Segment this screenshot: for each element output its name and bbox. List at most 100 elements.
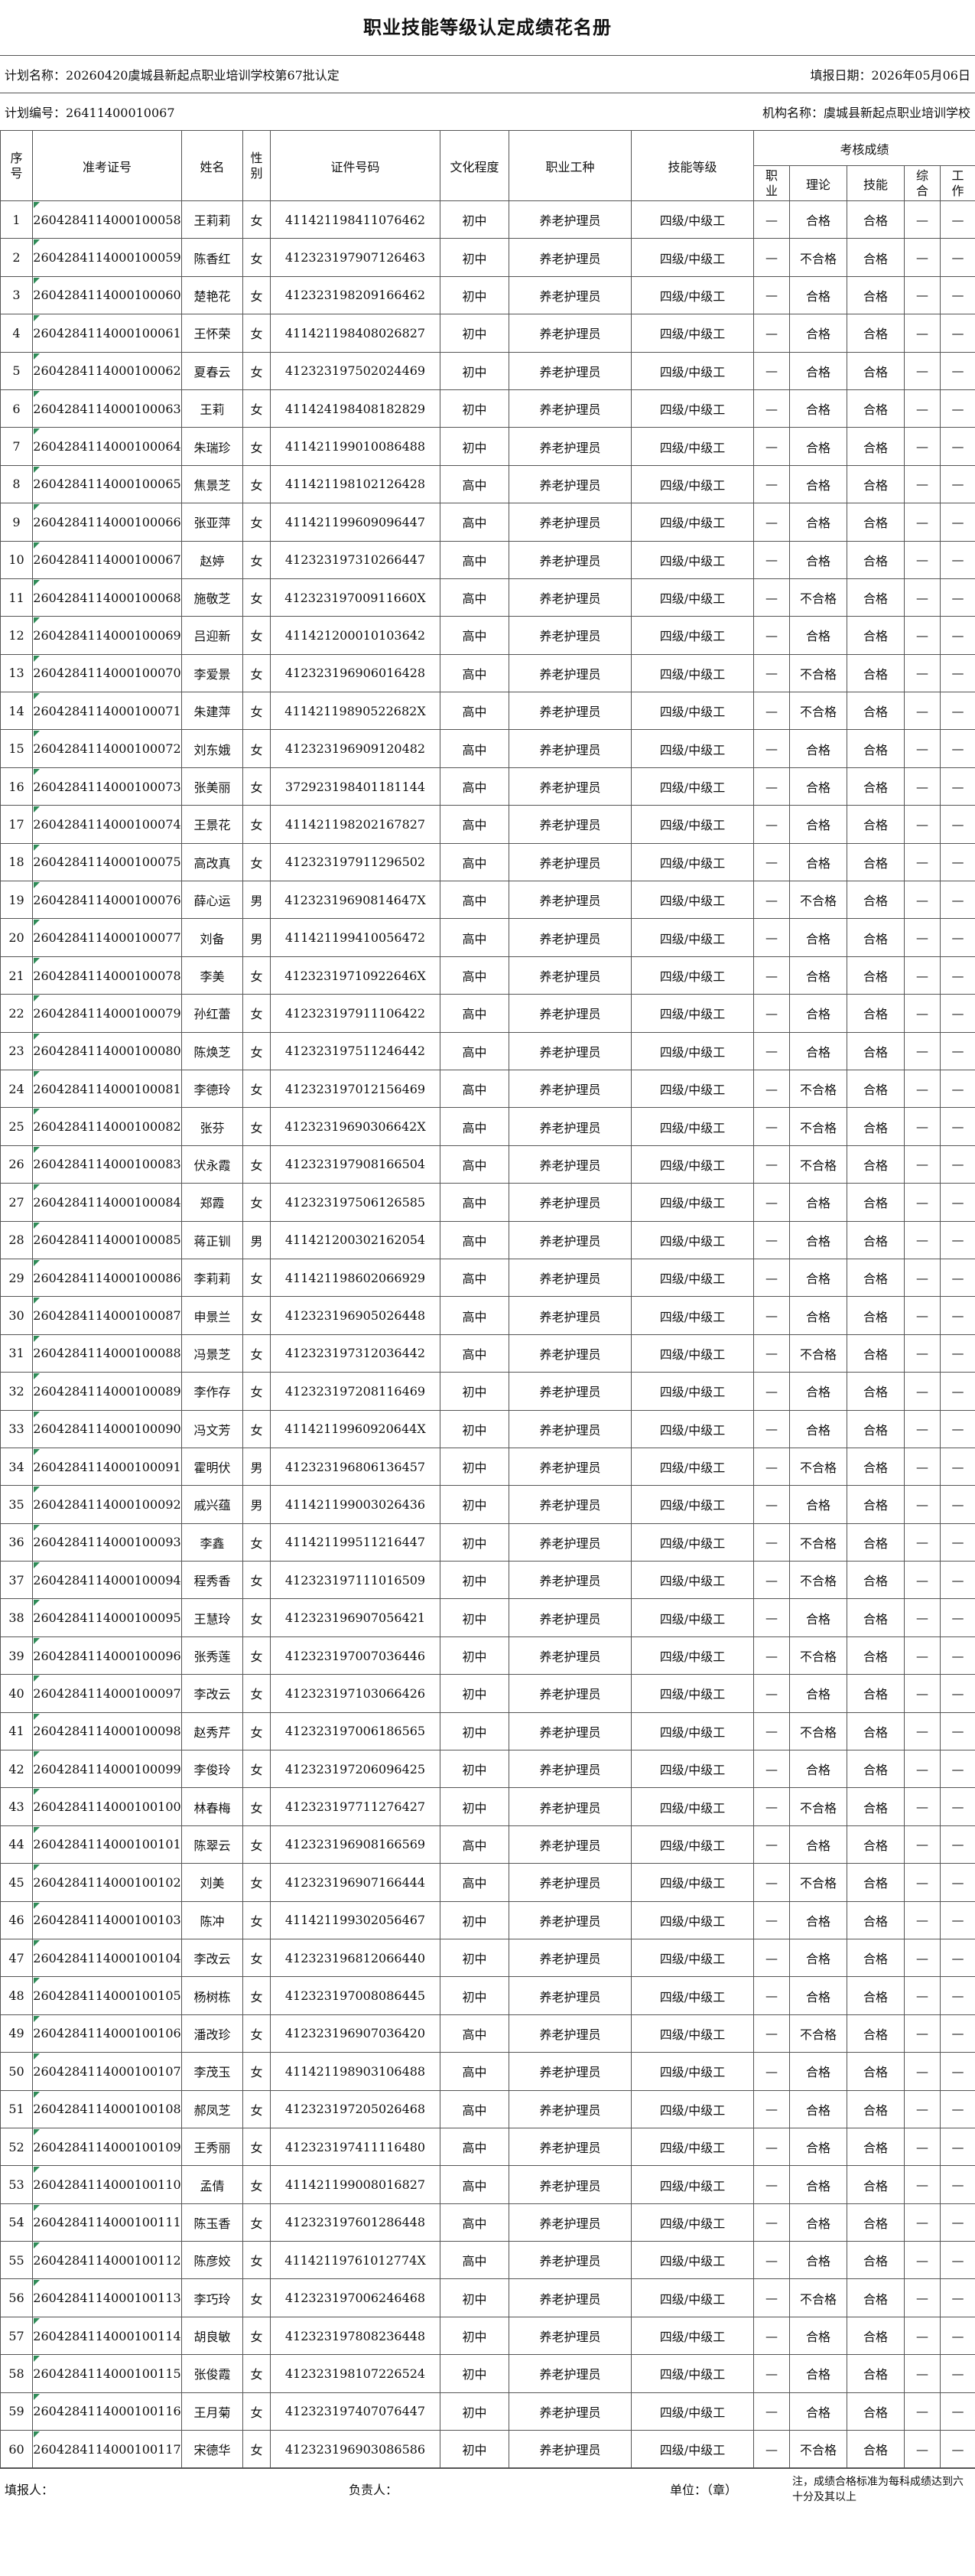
- cell-score-work: —: [939, 1825, 975, 1864]
- cell-score-theory: 合格: [789, 1183, 847, 1222]
- cell-score-overall: —: [904, 1372, 941, 1411]
- cell-score-skill: 合格: [847, 1296, 905, 1335]
- cell-name: 郝凤芝: [181, 2089, 243, 2128]
- table-row: 54 2604284114000100111 陈玉香女 412323197601286…: [0, 2203, 975, 2242]
- cell-trade: 养老护理员: [509, 503, 632, 542]
- cell-gender: 女: [242, 994, 271, 1033]
- cell-score-theory: 合格: [789, 314, 847, 353]
- cell-education: 高中: [440, 2014, 509, 2053]
- cell-score-work: —: [939, 2316, 975, 2356]
- cell-score-skill: 合格: [847, 1561, 905, 1600]
- cell-name: 王怀荣: [181, 314, 243, 353]
- table-row: 29 2604284114000100086 李莉莉女 411421198602066…: [0, 1258, 975, 1298]
- cell-trade: 养老护理员: [509, 238, 632, 277]
- cell-gender: 女: [242, 1976, 271, 2015]
- cell-id-number: 412323197407076447: [270, 2392, 440, 2431]
- cell-id-number: 411421199609096447: [270, 503, 440, 542]
- cell-gender: 女: [242, 616, 271, 655]
- cell-score-overall: —: [904, 842, 941, 882]
- cell-trade: 养老护理员: [509, 1334, 632, 1373]
- cell-ticket: 2604284114000100070: [32, 653, 182, 693]
- cell-education: 高中: [440, 1107, 509, 1146]
- cell-score-overall: —: [904, 238, 941, 277]
- cell-score-work: —: [939, 1220, 975, 1259]
- cell-id-number: 412323197103066426: [270, 1674, 440, 1713]
- cell-gender: 女: [242, 1750, 271, 1789]
- cell-name: 孙红蕾: [181, 994, 243, 1033]
- cell-ticket: 2604284114000100068: [32, 578, 182, 617]
- cell-score-work: —: [939, 351, 975, 390]
- table-row: 18 2604284114000100075 高改真女 412323197911296…: [0, 842, 975, 882]
- table-row: 19 2604284114000100076 薛心运男 412323196908146…: [0, 881, 975, 920]
- cell-id-number: 412323196908166569: [270, 1825, 440, 1864]
- cell-score-overall: —: [904, 1938, 941, 1978]
- cell-skill-level: 四级/中级工: [631, 1069, 754, 1109]
- cell-gender: 女: [242, 2354, 271, 2393]
- cell-score-theory: 不合格: [789, 238, 847, 277]
- cell-score-theory: 合格: [789, 1372, 847, 1411]
- cell-score-occupation: —: [753, 503, 790, 542]
- cell-trade: 养老护理员: [509, 1296, 632, 1335]
- cell-score-skill: 合格: [847, 1522, 905, 1562]
- table-row: 38 2604284114000100095 王慧玲女 412323196907056…: [0, 1598, 975, 1637]
- cell-id-number: 412323196907166444: [270, 1863, 440, 1902]
- cell-education: 高中: [440, 503, 509, 542]
- cell-score-overall: —: [904, 540, 941, 579]
- cell-score-overall: —: [904, 2241, 941, 2280]
- cell-score-work: —: [939, 1674, 975, 1713]
- cell-gender: 女: [242, 842, 271, 882]
- cell-score-skill: 合格: [847, 503, 905, 542]
- cell-score-occupation: —: [753, 881, 790, 920]
- cell-id-number: 411424198408182829: [270, 389, 440, 428]
- cell-trade: 养老护理员: [509, 918, 632, 957]
- cell-gender: 女: [242, 503, 271, 542]
- cell-seq: 50: [0, 2052, 33, 2091]
- cell-id-number: 412323197008086445: [270, 1976, 440, 2015]
- cell-id-number: 412323197911106422: [270, 994, 440, 1033]
- cell-ticket: 2604284114000100098: [32, 1711, 182, 1751]
- cell-score-work: —: [939, 1750, 975, 1789]
- cell-score-work: —: [939, 200, 975, 239]
- cell-name: 杨树栋: [181, 1976, 243, 2015]
- cell-education: 高中: [440, 1334, 509, 1373]
- cell-score-skill: 合格: [847, 1825, 905, 1864]
- cell-seq: 12: [0, 616, 33, 655]
- cell-gender: 女: [242, 653, 271, 693]
- cell-ticket: 2604284114000100074: [32, 805, 182, 844]
- cell-ticket: 2604284114000100093: [32, 1522, 182, 1562]
- cell-education: 高中: [440, 653, 509, 693]
- cell-score-skill: 合格: [847, 2278, 905, 2317]
- cell-education: 高中: [440, 2127, 509, 2167]
- cell-education: 高中: [440, 578, 509, 617]
- cell-gender: 女: [242, 2316, 271, 2356]
- cell-score-overall: —: [904, 1636, 941, 1676]
- cell-education: 初中: [440, 238, 509, 277]
- cell-score-occupation: —: [753, 1938, 790, 1978]
- table-row: 48 2604284114000100105 杨树栋女 412323197008086…: [0, 1976, 975, 2015]
- cell-score-skill: 合格: [847, 1183, 905, 1222]
- cell-skill-level: 四级/中级工: [631, 1447, 754, 1487]
- cell-score-theory: 合格: [789, 2089, 847, 2128]
- cell-score-work: —: [939, 389, 975, 428]
- cell-trade: 养老护理员: [509, 1485, 632, 1524]
- cell-skill-level: 四级/中级工: [631, 842, 754, 882]
- cell-trade: 养老护理员: [509, 881, 632, 920]
- cell-skill-level: 四级/中级工: [631, 2316, 754, 2356]
- cell-score-theory: 不合格: [789, 2430, 847, 2469]
- cell-score-occupation: —: [753, 2430, 790, 2469]
- table-row: 17 2604284114000100074 王景花女 411421198202167…: [0, 805, 975, 844]
- cell-score-skill: 合格: [847, 1107, 905, 1146]
- cell-ticket: 2604284114000100090: [32, 1409, 182, 1448]
- cell-score-skill: 合格: [847, 2203, 905, 2242]
- cell-score-theory: 不合格: [789, 1334, 847, 1373]
- cell-education: 初中: [440, 1409, 509, 1448]
- cell-education: 初中: [440, 1674, 509, 1713]
- cell-ticket: 2604284114000100062: [32, 351, 182, 390]
- cell-name: 朱瑞珍: [181, 427, 243, 466]
- cell-gender: 女: [242, 275, 271, 315]
- cell-education: 高中: [440, 1031, 509, 1070]
- cell-id-number: 412323198107226524: [270, 2354, 440, 2393]
- cell-score-theory: 合格: [789, 956, 847, 995]
- cell-score-work: —: [939, 692, 975, 731]
- cell-score-theory: 合格: [789, 2203, 847, 2242]
